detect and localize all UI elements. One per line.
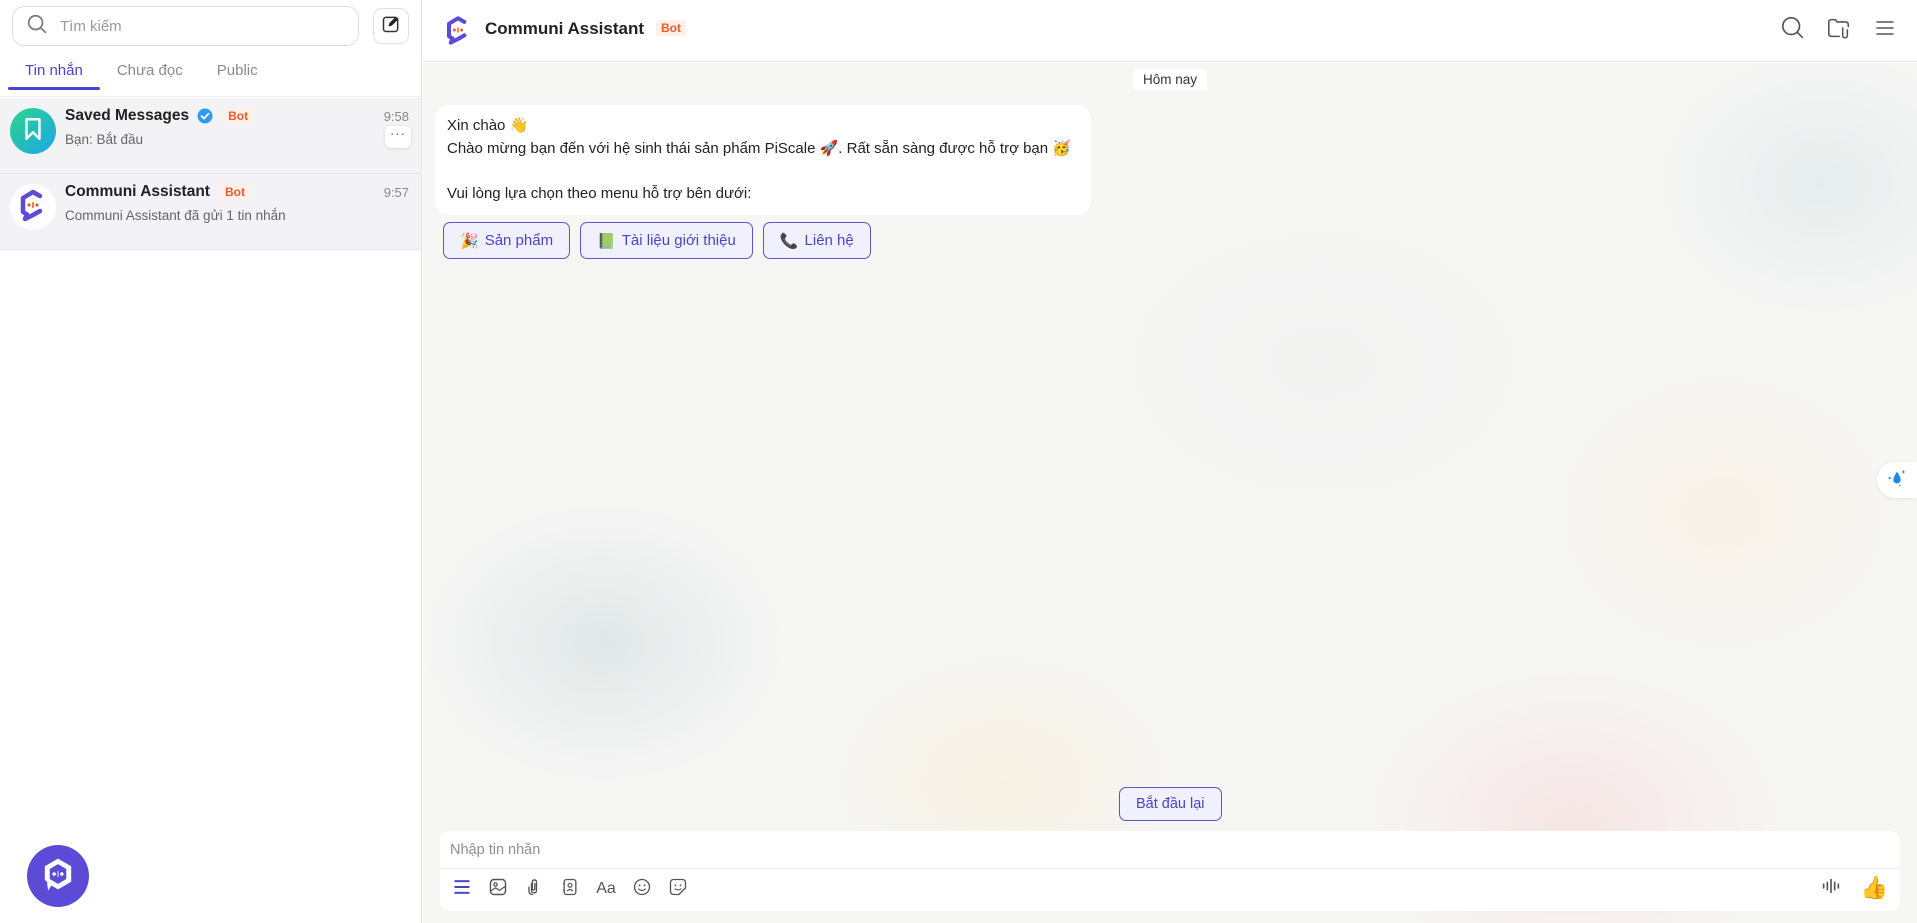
voice-message-button[interactable]	[1819, 876, 1843, 900]
tabs-divider	[0, 96, 421, 97]
conversation-list: Saved Messages Bot Bạn: Bắt đầu 9:58 ···…	[0, 98, 421, 250]
theme-float-button[interactable]	[1877, 462, 1917, 498]
name-row: Communi Assistant Bot	[65, 183, 250, 201]
header-actions	[1779, 16, 1899, 44]
shared-files-button[interactable]	[1825, 16, 1853, 44]
search-icon	[1780, 15, 1806, 46]
search-box[interactable]	[12, 6, 359, 46]
message-area: Hôm nay Xin chào 👋 Chào mừng bạn đến với…	[423, 63, 1917, 923]
thumbs-up-icon: 👍	[1860, 875, 1888, 900]
search-button[interactable]	[1779, 16, 1807, 44]
water-drop-sparkle-icon	[1886, 467, 1908, 494]
menu-button[interactable]	[1871, 16, 1899, 44]
composer-tools: Aa	[450, 877, 690, 901]
tab-public[interactable]: Public	[200, 52, 275, 90]
communi-app-logo[interactable]	[27, 845, 89, 907]
message-line: Vui lòng lựa chọn theo menu hỗ trợ bên d…	[447, 184, 752, 202]
communi-app-logo-icon	[36, 852, 80, 901]
quick-reply-products[interactable]: 🎉 Sản phẩm	[443, 222, 571, 259]
search-input[interactable]	[60, 17, 320, 35]
quick-reply-documents[interactable]: 📗 Tài liệu giới thiệu	[580, 222, 753, 259]
book-icon: 📗	[597, 232, 616, 250]
image-button[interactable]	[486, 877, 510, 901]
quick-reply-contact[interactable]: 📞 Liên hệ	[762, 222, 871, 259]
paperclip-icon	[524, 877, 544, 902]
conversation-tabs: Tin nhắn Chưa đọc Public	[8, 52, 275, 90]
chat-panel: Communi Assistant Bot Hôm nay Xin chào 👋…	[423, 0, 1917, 923]
conversation-item-saved-messages[interactable]: Saved Messages Bot Bạn: Bắt đầu 9:58 ···	[0, 98, 421, 174]
quick-reply-label: Tài liệu giới thiệu	[621, 232, 736, 249]
avatar	[10, 108, 56, 154]
compose-button[interactable]	[373, 8, 409, 44]
communi-logo-icon	[440, 16, 476, 52]
communi-logo-icon	[13, 185, 53, 230]
bookmark-icon	[20, 116, 46, 147]
message-line: Chào mừng bạn đến với hệ sinh thái sản p…	[447, 139, 1071, 157]
more-options-button[interactable]: ···	[385, 126, 411, 148]
bot-menu-button[interactable]	[450, 877, 474, 901]
tab-unread[interactable]: Chưa đọc	[100, 52, 200, 90]
sticker-icon	[668, 877, 688, 902]
search-row	[12, 6, 409, 46]
conversation-name: Communi Assistant	[65, 183, 210, 200]
quick-reply-label: Sản phẩm	[484, 232, 554, 249]
conversation-item-communi-assistant[interactable]: Communi Assistant Bot Communi Assistant …	[0, 174, 421, 250]
message-line: Xin chào 👋	[447, 117, 529, 134]
image-icon	[488, 877, 508, 902]
bot-badge: Bot	[219, 184, 250, 200]
search-icon	[26, 13, 48, 40]
text-format-icon: Aa	[596, 880, 616, 897]
emoji-icon	[632, 877, 652, 902]
day-separator: Hôm nay	[1132, 69, 1208, 90]
tab-messages[interactable]: Tin nhắn	[8, 52, 100, 90]
message-composer: Aa	[440, 831, 1900, 911]
avatar	[10, 184, 56, 230]
bot-badge: Bot	[656, 20, 686, 36]
folder-attachment-icon	[1826, 15, 1852, 46]
party-popper-icon: 🎉	[460, 232, 479, 250]
conversation-time: 9:58	[383, 109, 409, 124]
composer-right-tools: 👍	[1819, 876, 1888, 900]
conversation-time: 9:57	[383, 185, 409, 200]
compose-icon	[381, 14, 401, 39]
name-row: Saved Messages Bot	[65, 107, 254, 125]
contact-card-icon	[560, 877, 580, 902]
menu-icon	[1873, 16, 1897, 45]
message-bubble: Xin chào 👋 Chào mừng bạn đến với hệ sinh…	[435, 105, 1091, 215]
sticker-button[interactable]	[666, 877, 690, 901]
audio-waveform-icon	[1820, 875, 1842, 902]
conversation-preview: Bạn: Bắt đầu	[65, 132, 144, 147]
bot-badge: Bot	[223, 108, 254, 124]
chat-title: Communi Assistant	[485, 19, 645, 38]
message-input[interactable]	[450, 839, 1550, 861]
menu-icon	[452, 877, 472, 902]
phone-icon: 📞	[779, 232, 799, 250]
attach-button[interactable]	[522, 877, 546, 901]
conversation-preview: Communi Assistant đã gửi 1 tin nhắn	[65, 208, 286, 223]
text-format-button[interactable]: Aa	[594, 877, 618, 901]
conversation-name: Saved Messages	[65, 107, 190, 124]
chat-avatar[interactable]	[440, 12, 476, 48]
composer-divider	[440, 868, 1900, 869]
chat-header: Communi Assistant Bot	[423, 0, 1917, 62]
contact-card-button[interactable]	[558, 877, 582, 901]
thumbs-up-button[interactable]: 👍	[1861, 876, 1888, 900]
emoji-button[interactable]	[630, 877, 654, 901]
quick-replies: 🎉 Sản phẩm 📗 Tài liệu giới thiệu 📞 Liên …	[443, 222, 871, 259]
quick-reply-label: Liên hệ	[804, 232, 854, 249]
verified-icon	[197, 108, 213, 124]
restart-button[interactable]: Bắt đầu lại	[1119, 787, 1222, 821]
sidebar: Tin nhắn Chưa đọc Public Saved Messages …	[0, 0, 422, 923]
